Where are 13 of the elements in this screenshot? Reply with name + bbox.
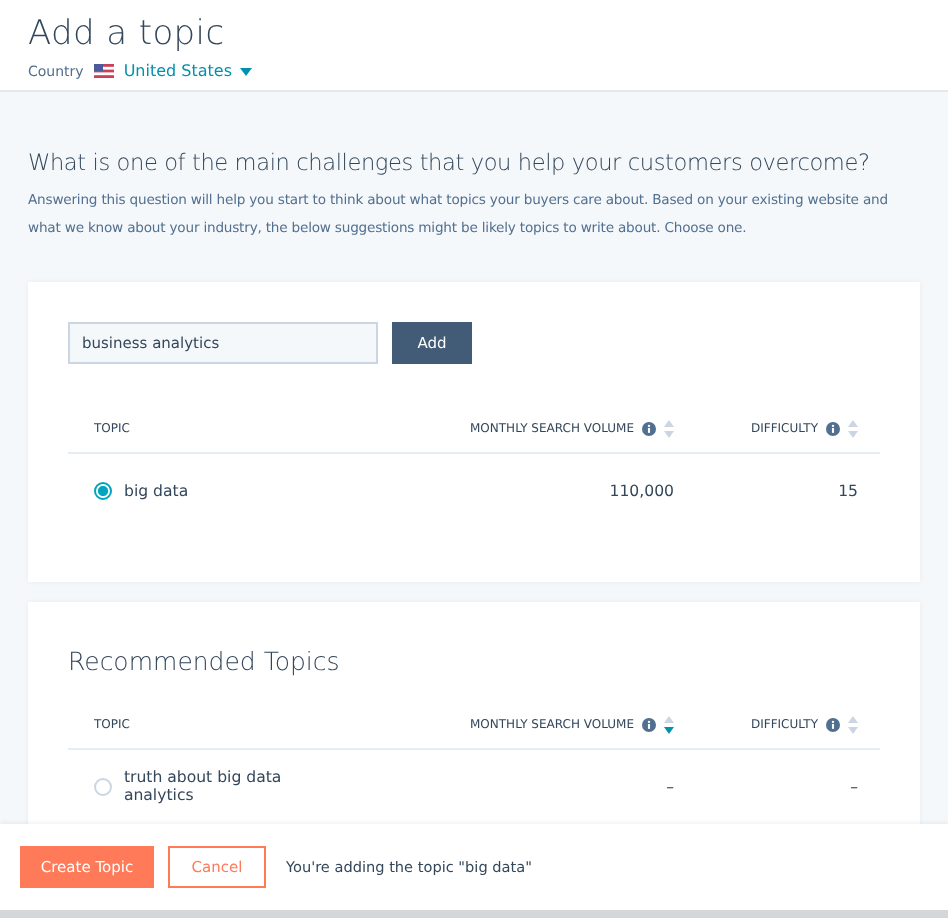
info-icon [826, 421, 840, 435]
page-title: Add a topic [28, 14, 227, 54]
radio-button[interactable] [94, 777, 112, 795]
info-icon [642, 421, 656, 435]
question-heading: What is one of the main challenges that you help your customers overcome? [28, 148, 872, 178]
country-dropdown[interactable]: United States [123, 62, 252, 80]
caret-icon [239, 67, 252, 75]
info-icon [642, 717, 656, 731]
sort-icon[interactable] [664, 715, 674, 733]
info-icon [826, 717, 840, 731]
radio-button[interactable] [94, 481, 112, 499]
flag-icon [93, 64, 114, 78]
section-title: Recommended Topics [68, 646, 342, 676]
